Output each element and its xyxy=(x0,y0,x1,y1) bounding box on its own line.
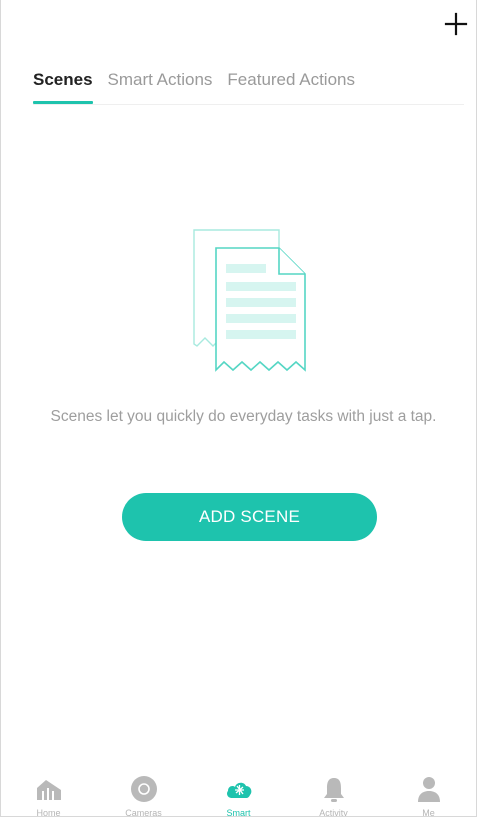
document-receipt-icon xyxy=(193,229,306,372)
tabbar-label-home: Home xyxy=(36,808,61,817)
plus-icon xyxy=(444,12,468,36)
add-button[interactable] xyxy=(442,10,470,38)
smart-icon xyxy=(226,782,251,798)
add-scene-button[interactable]: ADD SCENE xyxy=(122,493,377,541)
tab-smart-actions[interactable]: Smart Actions xyxy=(108,64,213,102)
camera-icon xyxy=(130,776,157,802)
person-icon xyxy=(417,777,440,802)
empty-state-message: Scenes let you quickly do everyday tasks… xyxy=(50,408,437,425)
bottom-tab-bar: Home Cameras Smart Activity Me xyxy=(1,760,476,817)
tab-strip: Scenes Smart Actions Featured Actions xyxy=(33,64,464,105)
bell-icon xyxy=(323,778,344,802)
tabbar-label-smart: Smart xyxy=(226,808,251,817)
tabbar-label-me: Me xyxy=(422,808,435,817)
home-icon xyxy=(36,780,61,800)
tab-scenes[interactable]: Scenes xyxy=(33,64,93,104)
tabbar-item-cameras[interactable]: Cameras xyxy=(96,760,191,817)
app-screen: Scenes Smart Actions Featured Actions Sc… xyxy=(0,0,477,817)
tabbar-item-me[interactable]: Me xyxy=(381,760,476,817)
tabbar-item-smart[interactable]: Smart xyxy=(191,760,286,817)
tabbar-label-activity: Activity xyxy=(319,808,348,817)
tabbar-item-home[interactable]: Home xyxy=(1,760,96,817)
tabbar-label-cameras: Cameras xyxy=(125,808,162,817)
tab-featured-actions[interactable]: Featured Actions xyxy=(227,64,355,102)
tabbar-item-activity[interactable]: Activity xyxy=(286,760,381,817)
